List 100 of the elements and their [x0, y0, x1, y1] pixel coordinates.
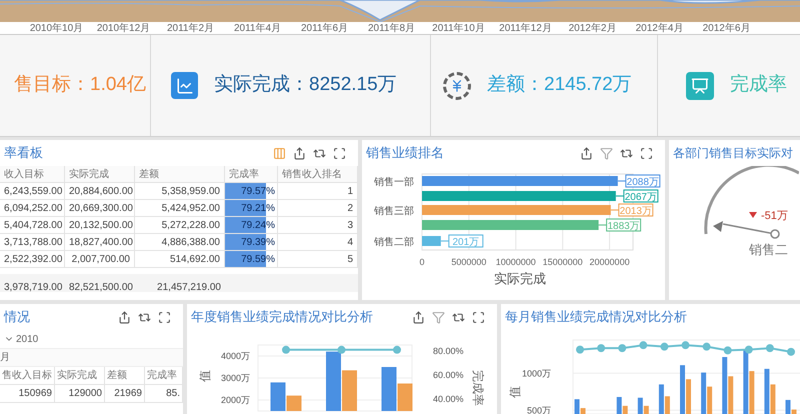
- tick-label: 10000000: [496, 257, 536, 267]
- column-header: 销售收入排名: [278, 166, 358, 183]
- tick-label: 3000万: [220, 373, 250, 383]
- axis-title: 值: [198, 370, 212, 382]
- axis-label: 2010年10月: [30, 22, 84, 34]
- point: [682, 341, 690, 350]
- axis-label: 2012年4月: [636, 22, 684, 34]
- share-icon[interactable]: [118, 310, 131, 324]
- axis-title: 实际完成: [494, 271, 546, 286]
- point: [393, 346, 401, 354]
- tick-label: 5000000: [451, 257, 486, 267]
- axis-label: 2011年10月: [432, 22, 485, 34]
- tree-label: 2010: [16, 332, 38, 346]
- column-header: 售收入目标: [0, 367, 55, 385]
- table-cell: 20,132,500.00: [65, 217, 135, 234]
- kpi-text: 差额：2145.72万: [487, 73, 632, 98]
- table-cell: 2,007,700.00: [65, 251, 135, 268]
- axis-label: 2011年8月: [368, 22, 416, 34]
- axis-label: 2011年12月: [499, 22, 552, 34]
- axis-label: 2011年4月: [234, 22, 282, 34]
- value-label: 2067万: [624, 192, 657, 203]
- presentation-icon: [686, 72, 714, 100]
- table-cell: 150969: [0, 385, 55, 403]
- axis-label: 2010年12月: [96, 22, 150, 34]
- point: [282, 346, 290, 354]
- tick-label: 0: [420, 257, 424, 267]
- axis-title: 值: [508, 386, 522, 398]
- column-header: 完成率: [225, 166, 278, 183]
- total-cell: 3,978,719.00: [4, 282, 62, 293]
- table-cell: 18,827,400.00: [65, 234, 135, 251]
- axis-label: 2012年6月: [702, 22, 750, 34]
- category-label: 销售一部: [374, 177, 414, 188]
- maximize-icon[interactable]: [640, 146, 653, 160]
- tick-label: 1000万: [522, 368, 551, 378]
- maximize-icon[interactable]: [333, 146, 346, 160]
- maximize-icon[interactable]: [158, 310, 171, 324]
- table-cell: 2: [278, 200, 358, 217]
- column-header: 差额: [135, 166, 225, 183]
- gauge-label: 销售二: [749, 242, 788, 257]
- axis-title: 完成率: [471, 370, 485, 406]
- value-label: 201万: [452, 237, 480, 248]
- swap-icon[interactable]: [138, 310, 151, 324]
- panel-title: 各部门销售目标实际对: [673, 145, 793, 162]
- table-cell: 129000: [55, 385, 105, 403]
- tick-label: 80.00%: [433, 346, 464, 356]
- tick-label: 60.00%: [433, 370, 464, 380]
- axis-label: 2011年6月: [300, 22, 348, 34]
- total-cell: 21,457,219.00: [157, 282, 221, 293]
- table-cell: 2,522,392.00: [0, 251, 65, 268]
- kpi-text: 售目标：1.04亿: [14, 73, 146, 98]
- column-header: 差额: [105, 367, 145, 385]
- point: [660, 342, 668, 351]
- table-cell: 20,884,600.00: [65, 183, 135, 200]
- tick-label: 4000万: [220, 351, 250, 361]
- share-icon[interactable]: [580, 146, 593, 160]
- point: [744, 346, 753, 354]
- table-cell: 21969: [105, 385, 145, 403]
- column-header: 收入目标: [0, 166, 65, 183]
- panel-title: 每月销售业绩完成情况对比分析: [505, 308, 687, 326]
- table-cell: 20,669,300.00: [65, 200, 135, 217]
- tick-label: 15000000: [542, 257, 583, 267]
- axis-label: 2012年2月: [568, 22, 616, 34]
- total-cell: 82,521,500.00: [69, 282, 133, 293]
- maximize-icon[interactable]: [472, 310, 485, 324]
- table-cell: 5: [278, 251, 358, 268]
- column-header: 实际完成: [65, 166, 135, 183]
- table-cell: 85.: [145, 385, 183, 403]
- panel-title: 销售业绩排名: [366, 144, 444, 162]
- share-icon[interactable]: [293, 146, 306, 160]
- category-label: 销售二部: [374, 237, 414, 248]
- value-label: 2088万: [626, 177, 659, 188]
- table-cell: 3: [278, 217, 358, 234]
- tree-label[interactable]: 月: [0, 350, 10, 365]
- table-cell: 6,094,252.00: [0, 200, 65, 217]
- swap-icon[interactable]: [313, 146, 326, 160]
- yen-icon: [443, 72, 471, 100]
- point: [702, 342, 711, 351]
- swap-icon[interactable]: [620, 146, 633, 160]
- point: [724, 346, 732, 354]
- tick-label: 20000000: [590, 257, 630, 267]
- axis-label: 2011年2月: [166, 22, 214, 34]
- panel-title: 率看板: [4, 144, 43, 162]
- value-label: 1883万: [607, 221, 640, 232]
- panel-title: 年度销售业绩完成情况对比分析: [191, 308, 373, 326]
- tick-label: 40.00%: [433, 394, 464, 404]
- column-header: 实际完成: [55, 367, 105, 385]
- column-header: 完成率: [145, 367, 183, 385]
- kpi-text: 实际完成：8252.15万: [214, 73, 397, 98]
- point: [766, 344, 774, 352]
- point: [787, 348, 795, 356]
- kpi-text: 完成率: [730, 73, 787, 98]
- point: [639, 341, 648, 350]
- point: [576, 346, 584, 354]
- delta-value: -51万: [761, 210, 788, 222]
- swap-icon[interactable]: [452, 310, 465, 324]
- share-icon[interactable]: [412, 310, 425, 324]
- table-cell: 6,243,559.00: [0, 183, 65, 200]
- category-label: 销售三部: [374, 206, 414, 217]
- table-cell: 3,713,788.00: [0, 234, 65, 251]
- table-cell: 4: [278, 234, 358, 251]
